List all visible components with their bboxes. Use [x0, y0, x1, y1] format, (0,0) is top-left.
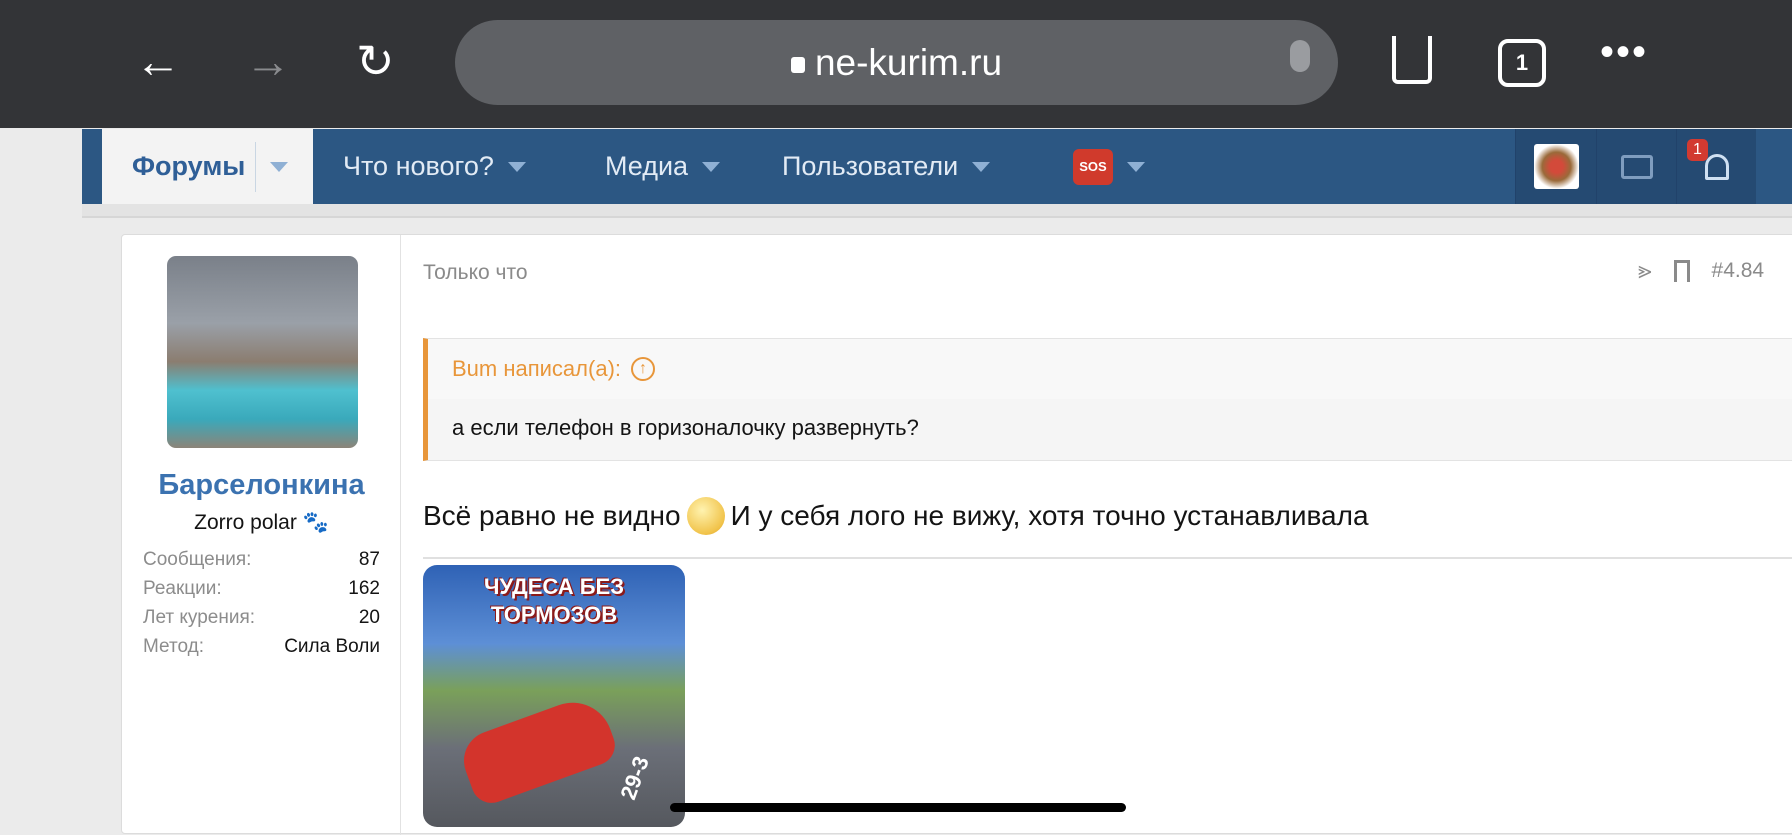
image-caption: ЧУДЕСА БЕЗ ТОРМОЗОВ	[484, 574, 624, 627]
nav-forums[interactable]: Форумы	[102, 129, 313, 204]
mail-icon	[1620, 154, 1653, 179]
browser-toolbar: ← → ↻ ne-kurim.ru 1 •••	[0, 0, 1792, 128]
text-part: Всё равно не видно	[423, 500, 681, 531]
stat-label: Метод:	[143, 636, 204, 657]
user-avatar	[1533, 144, 1579, 189]
forward-icon[interactable]: →	[245, 38, 291, 84]
nav-label: Форумы	[132, 151, 246, 181]
nav-label: Что нового?	[343, 151, 494, 181]
stat-value: 162	[348, 578, 380, 599]
arrow-up-circle-icon[interactable]: ↑	[631, 357, 656, 381]
quote-author: Bum написал(а):	[452, 356, 622, 381]
back-icon[interactable]: ←	[135, 38, 181, 84]
post-actions: ⪢ #4.84	[1638, 257, 1792, 285]
inbox-button[interactable]	[1596, 129, 1676, 204]
divider	[255, 141, 257, 192]
user-avatar[interactable]	[167, 256, 358, 448]
user-info: Барселонкина Zorro polar 🐾 Сообщения: 87 …	[122, 235, 401, 835]
nav-whats-new[interactable]: Что нового?	[343, 129, 526, 204]
stat-label: Сообщения:	[143, 549, 252, 570]
stat-label: Лет курения:	[143, 607, 256, 628]
post: Барселонкина Zorro polar 🐾 Сообщения: 87 …	[121, 234, 1792, 835]
sos-icon: SOS	[1073, 148, 1113, 185]
more-icon[interactable]: •••	[1600, 30, 1648, 75]
stat-row: Реакции: 162	[143, 578, 380, 600]
post-text: Всё равно не видно И у себя лого не вижу,…	[423, 497, 1369, 535]
lock-icon	[790, 56, 805, 73]
bookmark-icon[interactable]	[1673, 260, 1690, 282]
stat-row: Сообщения: 87	[143, 549, 380, 571]
notification-badge: 1	[1687, 139, 1708, 161]
share-icon[interactable]: ⪢	[1638, 257, 1652, 285]
username[interactable]: Барселонкина	[122, 469, 401, 502]
stat-row: Лет курения: 20	[143, 607, 380, 629]
quote-block: Bum написал(а): ↑ а если телефон в горизо…	[423, 338, 1792, 461]
alerts-button[interactable]: 1	[1676, 129, 1756, 204]
address-bar[interactable]: ne-kurim.ru	[455, 20, 1338, 105]
home-indicator	[670, 803, 1126, 812]
chevron-down-icon	[507, 161, 526, 172]
stat-value: 87	[358, 549, 380, 570]
nav-label: Пользователи	[782, 151, 959, 181]
bell-icon	[1704, 153, 1729, 180]
chevron-down-icon	[702, 161, 721, 172]
stat-value: 20	[358, 607, 380, 628]
image-subcaption: 29-3	[615, 752, 654, 803]
account-button[interactable]	[1515, 129, 1596, 204]
nav-media[interactable]: Медиа	[605, 129, 721, 204]
nav-users[interactable]: Пользователи	[782, 129, 991, 204]
user-title-text: Zorro polar	[194, 511, 297, 534]
signature-image[interactable]: ЧУДЕСА БЕЗ ТОРМОЗОВ 29-3	[423, 565, 685, 827]
quote-header[interactable]: Bum написал(а): ↑	[428, 339, 1792, 399]
url-text: ne-kurim.ru	[814, 41, 1003, 83]
stat-row: Метод: Сила Воли	[143, 636, 380, 658]
stat-label: Реакции:	[143, 578, 222, 599]
message-content: Только что ⪢ #4.84 Bum написал(а): ↑ а ес…	[402, 235, 1792, 835]
stat-value: Сила Воли	[284, 636, 380, 657]
quote-text: а если телефон в горизоналочку развернут…	[452, 415, 919, 440]
share-icon[interactable]	[1392, 36, 1432, 84]
user-title: Zorro polar 🐾	[122, 511, 401, 535]
sad-emoji-icon	[686, 497, 725, 535]
nav-sos[interactable]: SOS	[1073, 129, 1145, 204]
reload-icon[interactable]: ↻	[356, 38, 395, 84]
chevron-down-icon	[972, 161, 991, 172]
forum-nav: Форумы Что нового? Медиа Пользователи SO…	[82, 129, 1792, 204]
microphone-icon[interactable]	[1290, 40, 1310, 72]
nav-label: Медиа	[605, 151, 689, 181]
paw-icon: 🐾	[302, 511, 329, 534]
tabs-button[interactable]: 1	[1498, 39, 1546, 87]
text-part: И у себя лого не вижу, хотя точно устана…	[730, 500, 1369, 531]
divider	[423, 557, 1792, 559]
post-time[interactable]: Только что	[423, 261, 528, 285]
chevron-down-icon[interactable]	[270, 161, 289, 172]
chevron-down-icon	[1127, 161, 1145, 172]
car-graphic	[455, 691, 621, 809]
post-number[interactable]: #4.84	[1712, 259, 1765, 283]
previous-post-edge	[82, 204, 1792, 218]
